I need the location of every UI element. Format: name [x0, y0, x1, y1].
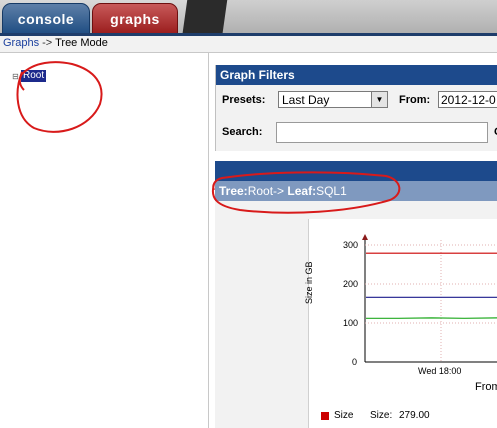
- legend-size-name: Size: [334, 410, 354, 421]
- legend-swatch-size: [321, 412, 329, 420]
- legend-size-value-label: Size:: [370, 410, 393, 421]
- chart-plot: [362, 234, 497, 363]
- legend-size-value: 279.00: [399, 410, 430, 421]
- y-axis-arrow: [362, 234, 368, 240]
